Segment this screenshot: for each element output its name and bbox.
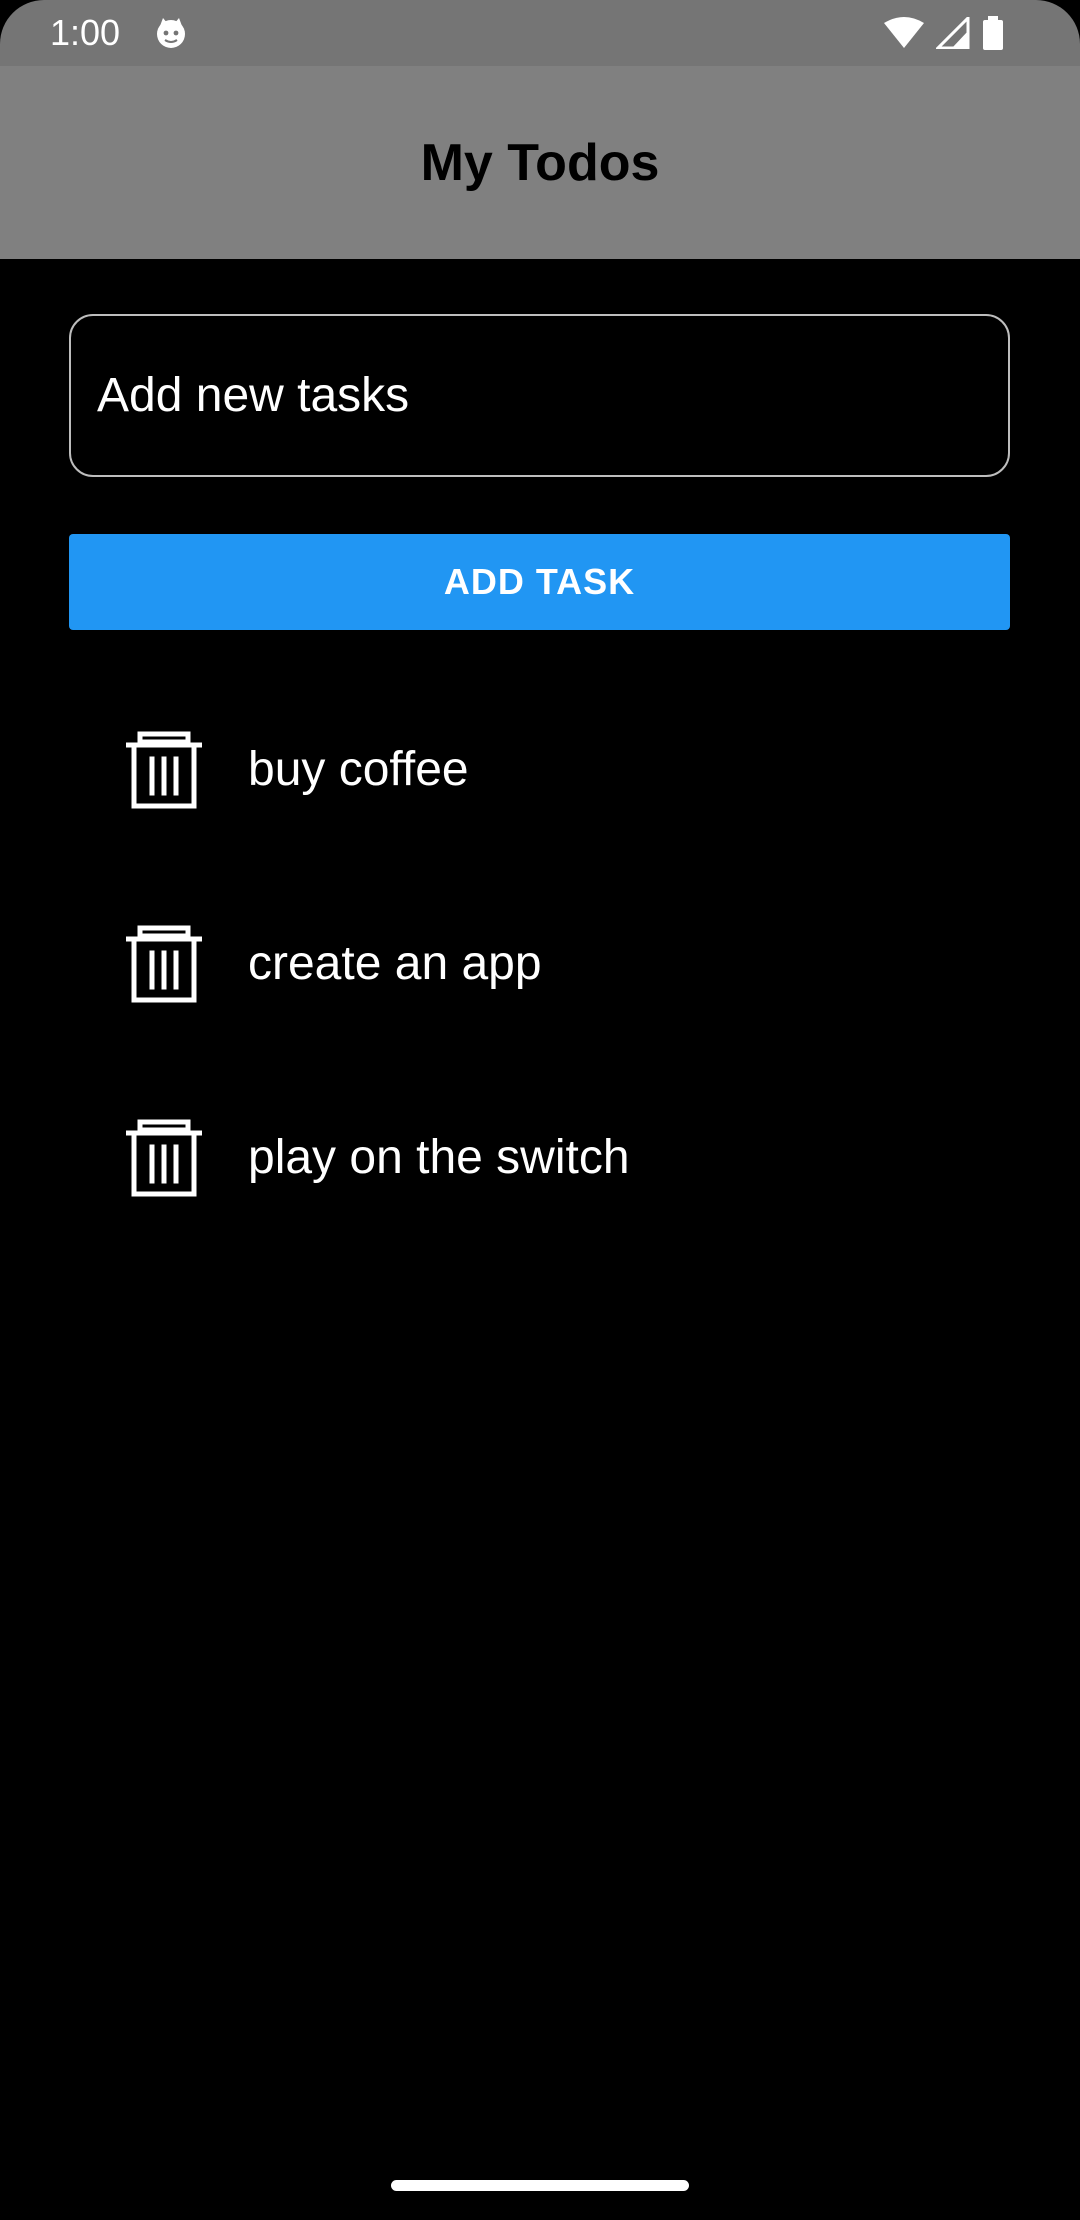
app-screen: 1:00 My Todos AD	[0, 0, 1080, 2220]
add-task-button[interactable]: ADD TASK	[69, 534, 1010, 630]
app-bar: My Todos	[0, 66, 1080, 259]
list-item: play on the switch	[0, 1088, 1080, 1228]
status-time: 1:00	[50, 12, 121, 53]
notification-cat-icon	[157, 18, 185, 48]
status-bar: 1:00	[0, 0, 1080, 66]
delete-task-button[interactable]	[124, 922, 204, 1006]
task-label: create an app	[248, 937, 542, 990]
trash-icon	[126, 925, 202, 1003]
page-title: My Todos	[420, 133, 660, 192]
wifi-icon	[884, 17, 924, 48]
task-label: buy coffee	[248, 743, 469, 796]
delete-task-button[interactable]	[124, 1116, 204, 1200]
list-item: buy coffee	[0, 700, 1080, 840]
new-task-input[interactable]	[69, 314, 1010, 477]
task-label: play on the switch	[248, 1131, 630, 1184]
trash-icon	[126, 731, 202, 809]
status-icons	[884, 14, 1004, 52]
delete-task-button[interactable]	[124, 728, 204, 812]
list-item: create an app	[0, 894, 1080, 1034]
trash-icon	[126, 1119, 202, 1197]
add-task-button-label: ADD TASK	[443, 561, 636, 602]
gesture-nav-handle[interactable]	[391, 2180, 689, 2191]
signal-icon	[936, 17, 970, 49]
battery-icon	[983, 16, 1003, 50]
